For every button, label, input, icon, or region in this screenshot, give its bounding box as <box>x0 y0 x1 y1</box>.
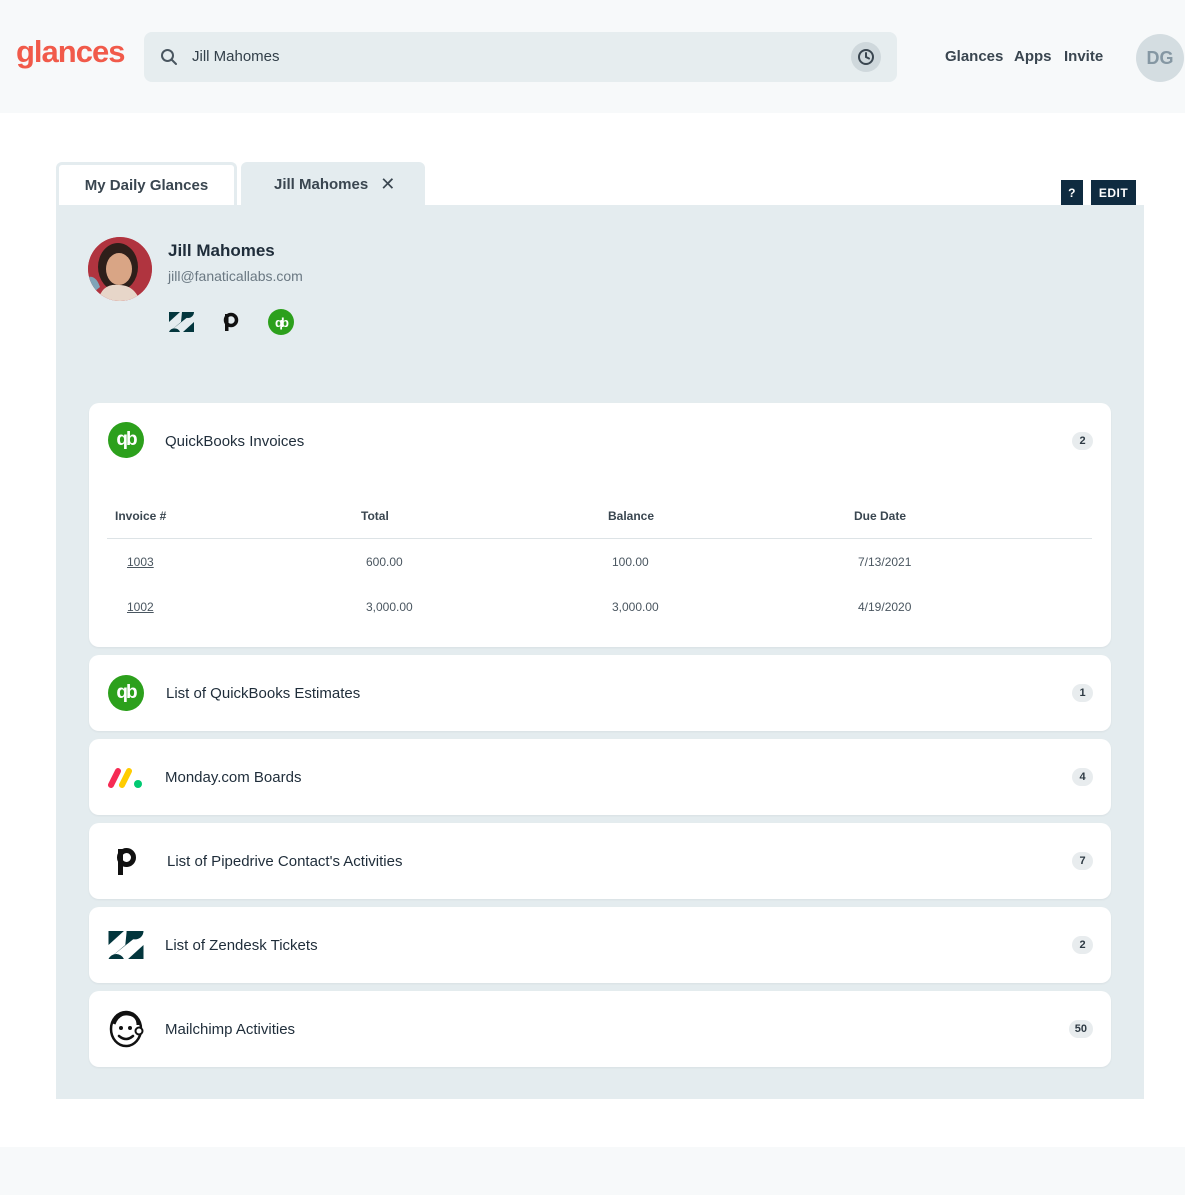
quickbooks-icon: qb <box>107 674 145 712</box>
invoice-link[interactable]: 1002 <box>127 600 154 614</box>
invoice-due-date: 7/13/2021 <box>858 555 912 569</box>
column-header: Due Date <box>854 509 907 523</box>
clock-icon <box>858 49 874 65</box>
pipedrive-icon <box>107 842 145 880</box>
card-quickbooks-invoices[interactable]: qb QuickBooks Invoices 2 Invoice # Total… <box>89 403 1111 647</box>
help-button[interactable]: ? <box>1061 180 1083 205</box>
edit-button[interactable]: EDIT <box>1091 180 1136 205</box>
card-monday-boards[interactable]: Monday.com Boards 4 <box>89 739 1111 815</box>
invoice-total: 600.00 <box>366 555 403 569</box>
monday-icon <box>107 758 145 796</box>
count-badge: 4 <box>1072 768 1093 786</box>
search-bar[interactable]: Jill Mahomes <box>144 32 897 82</box>
invoice-balance: 3,000.00 <box>612 600 659 614</box>
footer <box>0 1147 1185 1195</box>
card-title[interactable]: List of Pipedrive Contact's Activities <box>167 853 402 870</box>
search-input[interactable]: Jill Mahomes <box>192 48 280 65</box>
tab-label: My Daily Glances <box>84 177 209 194</box>
profile-avatar <box>88 237 152 301</box>
card-pipedrive-activities[interactable]: List of Pipedrive Contact's Activities 7 <box>89 823 1111 899</box>
close-icon[interactable]: ✕ <box>380 174 395 195</box>
top-bar: glances Jill Mahomes Glances Apps Invite… <box>0 0 1185 113</box>
count-badge: 50 <box>1068 1020 1093 1038</box>
card-zendesk-tickets[interactable]: List of Zendesk Tickets 2 <box>89 907 1111 983</box>
profile-email: jill@fanaticallabs.com <box>168 268 303 284</box>
column-header: Balance <box>608 509 655 523</box>
invoice-balance: 100.00 <box>612 555 649 569</box>
quickbooks-icon: qb <box>107 421 145 459</box>
user-avatar[interactable]: DG <box>1136 34 1184 82</box>
card-title[interactable]: List of Zendesk Tickets <box>165 937 318 954</box>
pipedrive-icon[interactable] <box>218 310 244 334</box>
card-mailchimp-activities[interactable]: Mailchimp Activities 50 <box>89 991 1111 1067</box>
mailchimp-icon <box>107 1010 145 1048</box>
search-icon <box>161 49 177 65</box>
card-title[interactable]: Mailchimp Activities <box>165 1021 295 1038</box>
invoice-total: 3,000.00 <box>366 600 413 614</box>
history-button[interactable] <box>851 42 881 72</box>
profile-photo <box>88 237 152 301</box>
tab-jill-mahomes[interactable]: Jill Mahomes ✕ <box>241 162 425 206</box>
nav-invite[interactable]: Invite <box>1064 48 1103 65</box>
nav-apps[interactable]: Apps <box>1014 48 1052 65</box>
zendesk-icon <box>107 926 145 964</box>
count-badge: 1 <box>1072 684 1093 702</box>
invoice-link[interactable]: 1003 <box>127 555 154 569</box>
count-badge: 2 <box>1072 432 1093 450</box>
card-title[interactable]: List of QuickBooks Estimates <box>166 685 360 702</box>
card-title[interactable]: QuickBooks Invoices <box>165 433 304 450</box>
invoice-due-date: 4/19/2020 <box>858 600 912 614</box>
zendesk-icon[interactable] <box>168 310 194 334</box>
glances-logo[interactable]: glances <box>16 34 125 70</box>
tab-label: Jill Mahomes <box>274 175 369 193</box>
card-title[interactable]: Monday.com Boards <box>165 769 301 786</box>
nav-glances[interactable]: Glances <box>945 48 1003 65</box>
count-badge: 7 <box>1072 852 1093 870</box>
quickbooks-icon[interactable]: qb <box>268 309 294 335</box>
column-header: Invoice # <box>115 509 167 523</box>
table-divider <box>107 538 1092 539</box>
tab-my-daily-glances[interactable]: My Daily Glances <box>56 162 237 206</box>
count-badge: 2 <box>1072 936 1093 954</box>
profile-name: Jill Mahomes <box>168 241 275 260</box>
card-quickbooks-estimates[interactable]: qb List of QuickBooks Estimates 1 <box>89 655 1111 731</box>
column-header: Total <box>361 509 389 523</box>
